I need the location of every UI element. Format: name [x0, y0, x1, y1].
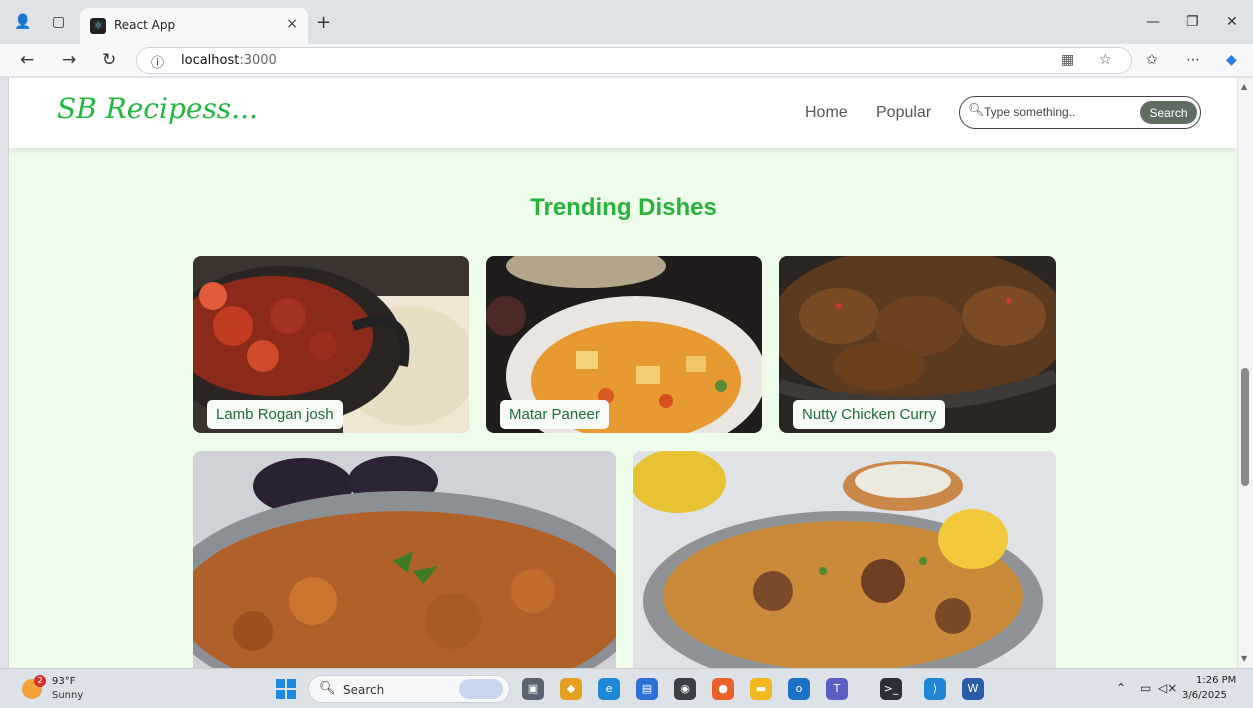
- vscode-icon[interactable]: ⟩: [924, 678, 946, 700]
- dish-image: [193, 451, 616, 668]
- clock-date[interactable]: 3/6/2025: [1182, 690, 1227, 701]
- start-button[interactable]: [276, 679, 296, 699]
- address-url[interactable]: localhost:3000: [181, 53, 277, 68]
- dish-card[interactable]: Nutty Chicken Curry: [779, 256, 1056, 433]
- forward-icon[interactable]: →: [62, 50, 76, 70]
- dish-name: Nutty Chicken Curry: [793, 400, 946, 429]
- clock-time[interactable]: 1:26 PM: [1196, 675, 1236, 686]
- dish-name: Matar Paneer: [500, 400, 609, 429]
- search-form: 🔍︎ Search: [959, 96, 1201, 129]
- search-button[interactable]: Search: [1140, 101, 1197, 124]
- scroll-down-icon[interactable]: ▼: [1241, 654, 1247, 663]
- address-port: :3000: [239, 53, 277, 68]
- firefox-icon[interactable]: ●: [712, 678, 734, 700]
- edge-icon[interactable]: e: [598, 678, 620, 700]
- task-view-icon[interactable]: ▣: [522, 678, 544, 700]
- copilot-app-icon[interactable]: ◆: [560, 678, 582, 700]
- site-info-icon[interactable]: ⓘ: [151, 52, 164, 71]
- address-bar[interactable]: ⓘ localhost:3000 ▦ ☆: [136, 47, 1132, 74]
- search-highlight-icon: [459, 679, 503, 699]
- search-icon: 🔍︎: [968, 103, 985, 118]
- terminal-icon[interactable]: >_: [880, 678, 902, 700]
- page-scrollbar[interactable]: ▲ ▼: [1238, 78, 1253, 668]
- weather-temperature[interactable]: 93°F: [52, 676, 75, 687]
- site-logo[interactable]: SB Recipess...: [57, 92, 258, 125]
- dish-card[interactable]: Lamb Rogan josh: [193, 256, 469, 433]
- copilot-icon[interactable]: ◆: [1226, 52, 1237, 68]
- tab-close-icon[interactable]: ×: [286, 16, 298, 32]
- dish-card[interactable]: Matar Paneer: [486, 256, 762, 433]
- dish-card[interactable]: [633, 451, 1056, 668]
- photos-icon[interactable]: ◉: [674, 678, 696, 700]
- close-window-icon[interactable]: ✕: [1226, 14, 1238, 30]
- tab-title: React App: [114, 18, 176, 32]
- windows-logo-icon: [287, 690, 296, 699]
- browser-title-bar: 👤 ▢ ⚛ React App × + — ❐ ✕: [0, 0, 1253, 44]
- more-menu-icon[interactable]: ⋯: [1186, 52, 1200, 68]
- dish-image: [633, 451, 1056, 668]
- weather-badge: 2: [34, 675, 46, 687]
- windows-taskbar: 2 93°F Sunny 🔍︎ Search ▣ ◆ e ▤ ◉ ● ▬ o T…: [0, 668, 1253, 708]
- scrollbar-thumb[interactable]: [1241, 368, 1249, 486]
- minimize-icon[interactable]: —: [1146, 14, 1160, 30]
- network-icon[interactable]: ▭: [1140, 681, 1151, 695]
- profile-icon[interactable]: 👤: [14, 14, 31, 30]
- word-icon[interactable]: W: [962, 678, 984, 700]
- address-host: localhost: [181, 53, 240, 68]
- weather-condition[interactable]: Sunny: [52, 690, 83, 701]
- page-viewport: SB Recipess... Home Popular 🔍︎ Search Tr…: [8, 78, 1237, 668]
- favorite-star-icon[interactable]: ☆: [1099, 52, 1112, 68]
- outlook-icon[interactable]: o: [788, 678, 810, 700]
- new-tab-button[interactable]: +: [316, 12, 331, 33]
- store-icon[interactable]: ▤: [636, 678, 658, 700]
- nav-home-link[interactable]: Home: [805, 104, 848, 122]
- file-explorer-icon[interactable]: ▬: [750, 678, 772, 700]
- show-hidden-icons-icon[interactable]: ⌃: [1116, 681, 1126, 695]
- volume-icon[interactable]: ◁×: [1158, 681, 1177, 695]
- back-icon[interactable]: ←: [20, 50, 34, 70]
- windows-logo-icon: [276, 679, 285, 688]
- dish-card[interactable]: [193, 451, 616, 668]
- teams-icon[interactable]: T: [826, 678, 848, 700]
- search-icon: 🔍︎: [319, 681, 336, 696]
- scroll-up-icon[interactable]: ▲: [1241, 82, 1247, 91]
- section-title: Trending Dishes: [530, 194, 717, 221]
- immersive-reader-icon[interactable]: ▦: [1061, 52, 1074, 68]
- browser-tab[interactable]: ⚛ React App ×: [80, 8, 308, 44]
- browser-toolbar: ← → ↻ ⓘ localhost:3000 ▦ ☆ ✩ ⋯ ◆: [0, 44, 1253, 76]
- windows-logo-icon: [276, 690, 285, 699]
- tab-actions-icon[interactable]: ▢: [52, 14, 65, 30]
- refresh-icon[interactable]: ↻: [102, 50, 116, 70]
- site-header: SB Recipess... Home Popular 🔍︎ Search: [9, 78, 1237, 148]
- react-favicon-icon: ⚛: [90, 18, 106, 34]
- nav-popular-link[interactable]: Popular: [876, 104, 931, 122]
- search-input[interactable]: [984, 102, 1134, 122]
- restore-icon[interactable]: ❐: [1186, 14, 1199, 30]
- windows-logo-icon: [287, 679, 296, 688]
- taskbar-search[interactable]: 🔍︎ Search: [308, 675, 510, 703]
- taskbar-search-label: Search: [343, 683, 385, 697]
- favorites-icon[interactable]: ✩: [1146, 52, 1158, 68]
- dish-name: Lamb Rogan josh: [207, 400, 343, 429]
